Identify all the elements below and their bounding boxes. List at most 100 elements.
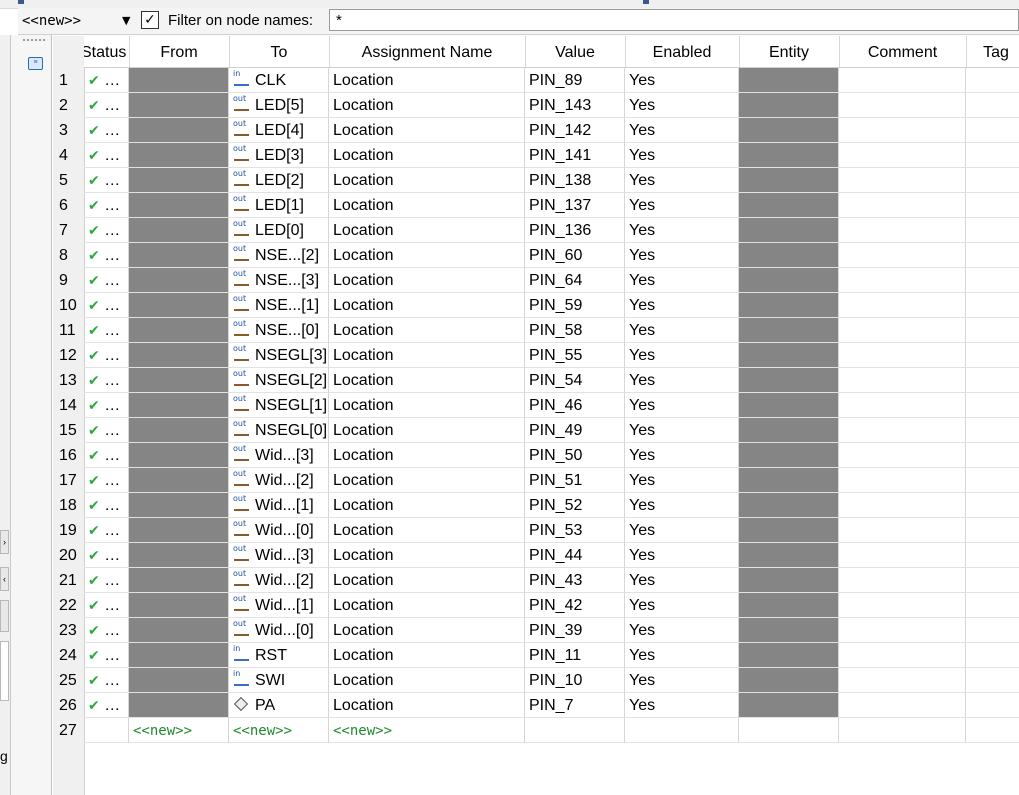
- entity-cell-redacted[interactable]: [739, 568, 839, 593]
- from-cell-redacted[interactable]: [129, 443, 229, 468]
- entity-cell-redacted[interactable]: [739, 643, 839, 668]
- from-cell-redacted[interactable]: [129, 243, 229, 268]
- tag-cell[interactable]: [966, 668, 1019, 693]
- entity-cell-redacted[interactable]: [739, 243, 839, 268]
- status-cell[interactable]: ✔ …: [84, 693, 129, 718]
- comment-cell[interactable]: [839, 668, 966, 693]
- to-cell[interactable]: out LED[5]: [229, 93, 329, 118]
- value-cell[interactable]: PIN_49: [525, 418, 625, 443]
- column-header-tag[interactable]: Tag: [966, 36, 1019, 67]
- tag-cell[interactable]: [966, 318, 1019, 343]
- empty-cell[interactable]: [625, 718, 739, 743]
- column-header-status[interactable]: Status: [84, 36, 130, 67]
- tag-cell[interactable]: [966, 518, 1019, 543]
- value-cell[interactable]: PIN_143: [525, 93, 625, 118]
- row-number[interactable]: 15: [53, 418, 84, 443]
- to-cell[interactable]: in SWI: [229, 668, 329, 693]
- assignment-name-cell[interactable]: Location: [329, 468, 525, 493]
- table-row[interactable]: 7 ✔ … out LED[0] Location PIN_136 Yes: [53, 218, 1019, 243]
- assignment-name-cell[interactable]: Location: [329, 393, 525, 418]
- comment-cell[interactable]: [839, 68, 966, 93]
- to-cell[interactable]: out NSE...[0]: [229, 318, 329, 343]
- value-cell[interactable]: PIN_54: [525, 368, 625, 393]
- entity-cell-redacted[interactable]: [739, 693, 839, 718]
- to-cell[interactable]: PA: [229, 693, 329, 718]
- entity-cell-redacted[interactable]: [739, 293, 839, 318]
- tag-cell[interactable]: [966, 268, 1019, 293]
- tag-cell[interactable]: [966, 418, 1019, 443]
- enabled-cell[interactable]: Yes: [625, 268, 739, 293]
- table-row[interactable]: 15 ✔ … out NSEGL[0] Location PIN_49 Yes: [53, 418, 1019, 443]
- from-cell-redacted[interactable]: [129, 168, 229, 193]
- comment-cell[interactable]: [839, 618, 966, 643]
- comment-cell[interactable]: [839, 518, 966, 543]
- comment-cell[interactable]: [839, 343, 966, 368]
- status-cell[interactable]: ✔ …: [84, 443, 129, 468]
- value-cell[interactable]: PIN_137: [525, 193, 625, 218]
- from-cell-redacted[interactable]: [129, 143, 229, 168]
- assignment-name-cell[interactable]: Location: [329, 568, 525, 593]
- value-cell[interactable]: PIN_55: [525, 343, 625, 368]
- comment-cell[interactable]: [839, 693, 966, 718]
- assignment-name-cell[interactable]: Location: [329, 218, 525, 243]
- row-number[interactable]: 20: [53, 543, 84, 568]
- to-cell[interactable]: out NSEGL[2]: [229, 368, 329, 393]
- from-cell-redacted[interactable]: [129, 668, 229, 693]
- from-cell-redacted[interactable]: [129, 268, 229, 293]
- entity-cell-redacted[interactable]: [739, 218, 839, 243]
- enabled-cell[interactable]: Yes: [625, 93, 739, 118]
- row-number[interactable]: 12: [53, 343, 84, 368]
- empty-cell[interactable]: [525, 718, 625, 743]
- status-cell[interactable]: ✔ …: [84, 293, 129, 318]
- status-cell[interactable]: ✔ …: [84, 118, 129, 143]
- row-number[interactable]: 13: [53, 368, 84, 393]
- chevron-down-icon[interactable]: ▼: [122, 10, 130, 32]
- entity-cell-redacted[interactable]: [739, 493, 839, 518]
- comment-cell[interactable]: [839, 293, 966, 318]
- entity-cell-redacted[interactable]: [739, 518, 839, 543]
- enabled-cell[interactable]: Yes: [625, 593, 739, 618]
- value-cell[interactable]: PIN_43: [525, 568, 625, 593]
- status-cell[interactable]: ✔ …: [84, 668, 129, 693]
- entity-cell-redacted[interactable]: [739, 193, 839, 218]
- assignment-name-cell[interactable]: Location: [329, 668, 525, 693]
- value-cell[interactable]: PIN_42: [525, 593, 625, 618]
- entity-cell-redacted[interactable]: [739, 468, 839, 493]
- column-header-from[interactable]: From: [129, 36, 230, 67]
- entity-cell-redacted[interactable]: [739, 668, 839, 693]
- assignment-name-cell[interactable]: Location: [329, 643, 525, 668]
- status-cell[interactable]: ✔ …: [84, 193, 129, 218]
- empty-cell[interactable]: [839, 718, 966, 743]
- expand-right-icon[interactable]: ›: [0, 530, 9, 554]
- comment-cell[interactable]: [839, 443, 966, 468]
- from-cell-redacted[interactable]: [129, 118, 229, 143]
- assignment-name-cell[interactable]: Location: [329, 243, 525, 268]
- row-number[interactable]: 18: [53, 493, 84, 518]
- assignment-name-cell[interactable]: Location: [329, 368, 525, 393]
- table-row[interactable]: 2 ✔ … out LED[5] Location PIN_143 Yes: [53, 93, 1019, 118]
- status-cell[interactable]: ✔ …: [84, 343, 129, 368]
- entity-cell-redacted[interactable]: [739, 343, 839, 368]
- comment-cell[interactable]: [839, 118, 966, 143]
- row-number[interactable]: 24: [53, 643, 84, 668]
- tag-cell[interactable]: [966, 68, 1019, 93]
- from-cell-redacted[interactable]: [129, 618, 229, 643]
- status-cell[interactable]: ✔ …: [84, 418, 129, 443]
- entity-cell-redacted[interactable]: [739, 593, 839, 618]
- tag-cell[interactable]: [966, 168, 1019, 193]
- assignment-name-cell[interactable]: Location: [329, 418, 525, 443]
- assignment-name-cell[interactable]: Location: [329, 318, 525, 343]
- value-cell[interactable]: PIN_52: [525, 493, 625, 518]
- row-number[interactable]: 5: [53, 168, 84, 193]
- row-number[interactable]: 8: [53, 243, 84, 268]
- enabled-cell[interactable]: Yes: [625, 493, 739, 518]
- from-cell-redacted[interactable]: [129, 318, 229, 343]
- filter-checkbox[interactable]: ✓: [141, 11, 159, 29]
- table-row[interactable]: 10 ✔ … out NSE...[1] Location PIN_59 Yes: [53, 293, 1019, 318]
- status-cell[interactable]: ✔ …: [84, 243, 129, 268]
- value-cell[interactable]: PIN_60: [525, 243, 625, 268]
- tag-cell[interactable]: [966, 693, 1019, 718]
- collapse-left-icon[interactable]: ‹: [0, 567, 9, 591]
- value-cell[interactable]: PIN_44: [525, 543, 625, 568]
- from-cell-redacted[interactable]: [129, 343, 229, 368]
